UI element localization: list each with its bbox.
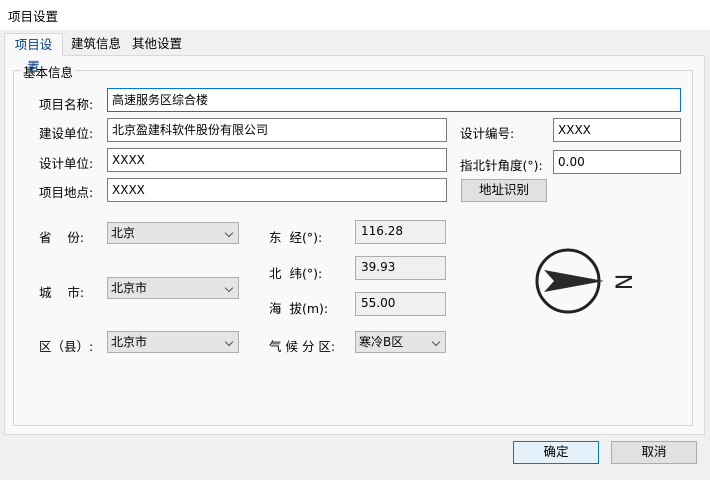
chevron-down-icon (431, 337, 441, 347)
longitude-label: 东 经(°): (269, 230, 323, 245)
province-label: 省 份: (39, 230, 85, 245)
design-unit-label: 设计单位: (39, 156, 94, 171)
window-title: 项目设置 (8, 9, 59, 24)
construction-unit-label: 建设单位: (39, 126, 94, 141)
tab-building-info[interactable]: 建筑信息 (66, 33, 126, 56)
title-bar (0, 0, 710, 30)
compass-n-label: N (610, 274, 635, 290)
north-compass-icon: N (535, 248, 635, 314)
project-name-label: 项目名称: (39, 97, 94, 112)
city-label: 城 市: (39, 285, 85, 300)
altitude-field: 55.00 (355, 292, 446, 316)
chevron-down-icon (224, 228, 234, 238)
project-location-input[interactable]: XXXX (107, 178, 447, 202)
tab-project-settings[interactable]: 项目设置 (4, 33, 63, 74)
design-unit-input[interactable]: XXXX (107, 148, 447, 172)
project-location-label: 项目地点: (39, 185, 94, 200)
design-number-label: 设计编号: (460, 126, 515, 141)
climate-zone-select[interactable]: 寒冷B区 (355, 331, 446, 353)
city-value: 北京市 (111, 281, 148, 295)
north-angle-label: 指北针角度(°): (460, 158, 543, 173)
compass-needle (544, 270, 604, 292)
longitude-field: 116.28 (355, 220, 446, 244)
province-select[interactable]: 北京 (107, 222, 239, 244)
cancel-button[interactable]: 取消 (611, 441, 697, 464)
province-value: 北京 (111, 226, 136, 240)
project-name-input[interactable]: 高速服务区综合楼 (107, 88, 681, 112)
design-number-input[interactable]: XXXX (553, 118, 681, 142)
climate-zone-value: 寒冷B区 (359, 335, 404, 349)
latitude-label: 北 纬(°): (269, 266, 323, 281)
city-select[interactable]: 北京市 (107, 277, 239, 299)
tab-other-settings[interactable]: 其他设置 (128, 33, 186, 56)
climate-zone-label: 气 候 分 区: (269, 339, 336, 354)
altitude-label: 海 拔(m): (269, 301, 329, 316)
north-angle-input[interactable]: 0.00 (553, 150, 681, 174)
construction-unit-input[interactable]: 北京盈建科软件股份有限公司 (107, 118, 447, 142)
latitude-field: 39.93 (355, 256, 446, 280)
district-value: 北京市 (111, 335, 148, 349)
address-recognize-button[interactable]: 地址识别 (461, 179, 547, 202)
district-label: 区（县）: (39, 339, 94, 354)
chevron-down-icon (224, 283, 234, 293)
ok-button[interactable]: 确定 (513, 441, 599, 464)
chevron-down-icon (224, 337, 234, 347)
district-select[interactable]: 北京市 (107, 331, 239, 353)
